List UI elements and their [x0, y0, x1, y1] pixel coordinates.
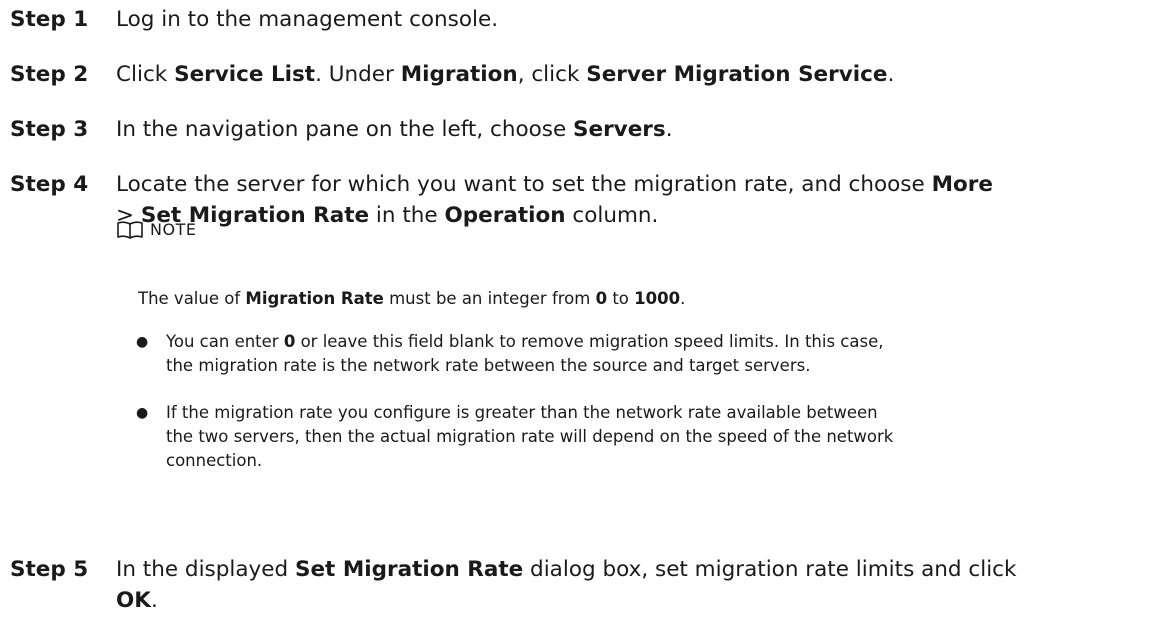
step-text: In the displayed Set Migration Rate dial…: [116, 554, 1156, 616]
text-line: You can enter 0 or leave this field blan…: [166, 330, 884, 354]
text-run: Click: [116, 62, 175, 87]
step-label: Step 2: [10, 62, 89, 87]
step-text: In the navigation pane on the left, choo…: [116, 114, 1156, 145]
step-text: Click Service List. Under Migration, cli…: [116, 59, 1156, 90]
text-run: In the displayed: [116, 557, 295, 582]
bold-term: More: [931, 172, 993, 197]
text-run: or leave this field blank to remove migr…: [295, 332, 884, 351]
book-icon: [116, 220, 144, 240]
bullet-dot: ●: [136, 405, 149, 421]
note-title: NOTE: [150, 220, 197, 239]
text-run: to: [607, 289, 635, 308]
text-run: , click: [517, 62, 587, 87]
text-run: .: [887, 62, 895, 87]
text-line: Locate the server for which you want to …: [116, 169, 1156, 200]
bold-term: Server Migration Service: [586, 62, 888, 87]
step-label: Step 1: [10, 7, 89, 32]
text-run: If the migration rate you configure is g…: [166, 403, 878, 422]
text-run: You can enter: [166, 332, 284, 351]
step-label: Step 3: [10, 117, 89, 142]
text-line: Log in to the management console.: [116, 4, 1156, 35]
text-run: dialog box, set migration rate limits an…: [523, 557, 1017, 582]
note-block: NOTE The value of Migration Rate must be…: [116, 218, 1166, 470]
text-run: . Under: [315, 62, 401, 87]
text-run: connection.: [166, 451, 263, 470]
bold-term: Migration Rate: [245, 289, 384, 308]
bold-term: Set Migration Rate: [294, 557, 524, 582]
text-run: Log in to the management console.: [116, 7, 499, 32]
text-run: .: [680, 289, 686, 308]
text-line: If the migration rate you configure is g…: [166, 401, 893, 425]
text-run: The value of: [138, 289, 246, 308]
bold-term: Service List: [174, 62, 316, 87]
text-run: .: [665, 117, 673, 142]
bold-term: 0: [283, 332, 296, 351]
text-run: Locate the server for which you want to …: [116, 172, 932, 197]
bullet-text: You can enter 0 or leave this field blan…: [166, 330, 884, 378]
bullet-text: If the migration rate you configure is g…: [166, 401, 893, 473]
step-text: Log in to the management console.: [116, 4, 1156, 35]
text-line: the migration rate is the network rate b…: [166, 354, 884, 378]
step-label: Step 4: [10, 172, 89, 197]
text-line: connection.: [166, 449, 893, 473]
bullet-dot: ●: [136, 334, 149, 350]
bold-term: Migration: [400, 62, 518, 87]
text-line: Click Service List. Under Migration, cli…: [116, 59, 1156, 90]
note-intro: The value of Migration Rate must be an i…: [138, 287, 685, 311]
procedure-page: Step 1 Log in to the management console.…: [0, 0, 1174, 626]
text-line: OK.: [116, 585, 1156, 616]
bold-term: OK: [116, 588, 151, 613]
bold-term: 0: [595, 289, 608, 308]
text-run: must be an integer from: [383, 289, 596, 308]
text-run: the two servers, then the actual migrati…: [166, 427, 894, 446]
step-label: Step 5: [10, 557, 89, 582]
text-line: In the navigation pane on the left, choo…: [116, 114, 1156, 145]
text-run: the migration rate is the network rate b…: [166, 356, 811, 375]
text-run: .: [150, 588, 158, 613]
text-line: In the displayed Set Migration Rate dial…: [116, 554, 1156, 585]
note-header: NOTE: [116, 218, 1166, 242]
text-line: the two servers, then the actual migrati…: [166, 425, 893, 449]
text-run: In the navigation pane on the left, choo…: [116, 117, 574, 142]
bold-term: Servers: [573, 117, 666, 142]
bold-term: 1000: [634, 289, 681, 308]
